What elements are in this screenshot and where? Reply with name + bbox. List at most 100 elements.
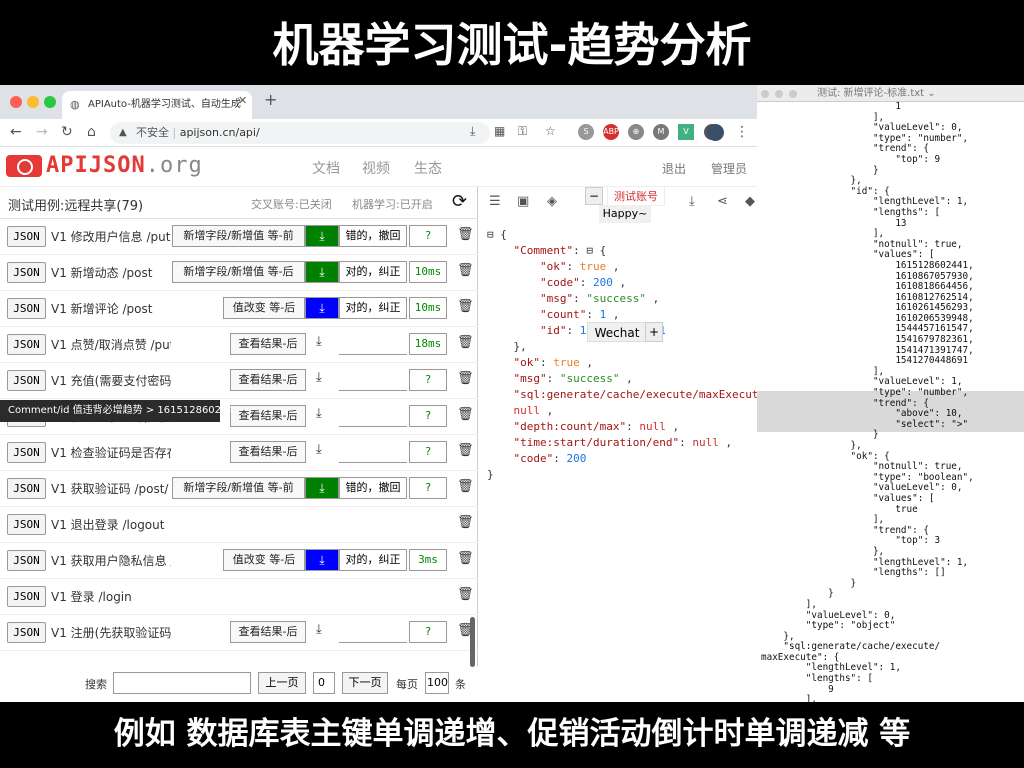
extension-m-icon[interactable]: M xyxy=(653,124,669,140)
case-title[interactable]: V1 获取用户隐私信息 /gets xyxy=(51,552,171,569)
bookmark-star-icon[interactable]: ☆ xyxy=(545,124,556,138)
install-icon[interactable]: ⤓ xyxy=(470,124,475,139)
json-button[interactable]: JSON xyxy=(7,334,46,355)
json-button[interactable]: JSON xyxy=(7,262,46,283)
verdict-button[interactable]: 对的，纠正 xyxy=(339,297,407,319)
nav-ecosystem[interactable]: 生态 xyxy=(414,158,442,178)
table-row[interactable]: JSON V1 登录 /login 🗑 xyxy=(0,579,478,615)
logo[interactable]: APIJSON.org xyxy=(46,153,203,178)
download-state-icon[interactable]: ⤓ xyxy=(305,549,339,571)
compare-button[interactable]: 新增字段/新增值 等-前 xyxy=(172,477,305,499)
case-title[interactable]: V1 新增评论 /post xyxy=(51,300,171,317)
url-input[interactable]: ▲ 不安全 | apijson.cn/api/ xyxy=(110,122,490,144)
layers-icon[interactable]: ◈ xyxy=(547,194,557,209)
verdict-button[interactable]: 对的，纠正 xyxy=(339,261,407,283)
extension-circle-icon[interactable]: ⊕ xyxy=(628,124,644,140)
case-title[interactable]: V1 点赞/取消点赞 /put xyxy=(51,336,171,353)
compare-button[interactable]: 新增字段/新增值 等-后 xyxy=(172,261,305,283)
add-account-button[interactable]: + xyxy=(645,322,663,342)
nav-docs[interactable]: 文档 xyxy=(312,158,340,178)
vue-devtools-icon[interactable]: V xyxy=(678,124,694,140)
next-page-button[interactable]: 下一页 xyxy=(342,672,388,694)
account-wechat[interactable]: Wechat xyxy=(587,322,647,342)
case-title[interactable]: V1 登录 /login xyxy=(51,588,441,605)
json-button[interactable]: JSON xyxy=(7,622,46,643)
close-window-icon[interactable] xyxy=(10,96,22,108)
ml-toggle[interactable]: 机器学习:已开启 xyxy=(352,196,433,212)
compare-button[interactable]: 值改变 等-后 xyxy=(223,549,305,571)
table-row[interactable]: JSON V1 获取用户隐私信息 /gets 值改变 等-后⤓对的，纠正3ms 🗑 xyxy=(0,543,478,579)
verdict-button[interactable] xyxy=(339,369,407,391)
download-icon[interactable]: ⤓ xyxy=(316,622,322,637)
verdict-button[interactable] xyxy=(339,405,407,427)
table-row[interactable]: JSON V1 新增动态 /post 新增字段/新增值 等-后 ⤓ 对的，纠正 10ms 🗑 xyxy=(0,255,478,291)
cross-account-toggle[interactable]: 交叉账号:已关闭 xyxy=(251,196,332,212)
json-button[interactable]: JSON xyxy=(7,226,46,247)
table-row[interactable]: JSON V1 点赞/取消点赞 /put 查看结果-后 ⤓ 18ms 🗑 xyxy=(0,327,478,363)
delete-icon[interactable]: 🗑 xyxy=(457,443,474,458)
compare-button[interactable]: 查看结果-后 xyxy=(230,441,306,463)
table-row[interactable]: JSON V1 新增评论 /post 值改变 等-后 ⤓ 对的，纠正 10ms 🗑 xyxy=(0,291,478,327)
account-happy[interactable]: Happy~ xyxy=(599,205,651,223)
qr-icon[interactable]: ▦ xyxy=(494,124,505,138)
json-button[interactable]: JSON xyxy=(7,550,46,571)
case-title[interactable]: V1 新增动态 /post xyxy=(51,264,171,281)
table-row[interactable]: JSON V1 获取验证码 /post/新增字段/新增值 等-前 ⤓ 错的，撤回? 🗑 xyxy=(0,471,478,507)
download-state-icon[interactable]: ⤓ xyxy=(305,477,339,499)
menu-kebab-icon[interactable]: ⋮ xyxy=(735,124,749,140)
back-icon[interactable]: ← xyxy=(10,124,22,140)
verdict-button[interactable]: 对的，纠正 xyxy=(339,549,407,571)
case-title[interactable]: V1 注册(先获取验证码type:1) / xyxy=(51,624,171,641)
compare-button[interactable]: 查看结果-后 xyxy=(230,405,306,427)
download-state-icon[interactable]: ⤓ xyxy=(305,261,339,283)
verdict-button[interactable] xyxy=(339,621,407,643)
compare-button[interactable]: 值改变 等-后 xyxy=(223,297,305,319)
collapse-icon[interactable]: ⊟ xyxy=(586,244,593,257)
delete-icon[interactable]: 🗑 xyxy=(457,587,474,602)
share-icon[interactable]: ⋖ xyxy=(717,194,728,209)
delete-icon[interactable]: 🗑 xyxy=(457,299,474,314)
case-title[interactable]: V1 获取验证码 /post/ xyxy=(51,480,171,497)
download-icon[interactable]: ⤓ xyxy=(316,442,322,457)
verdict-button[interactable] xyxy=(339,441,407,463)
remove-account-button[interactable]: − xyxy=(585,187,603,205)
forward-icon[interactable]: → xyxy=(36,124,48,140)
reload-icon[interactable]: ↻ xyxy=(61,124,73,140)
prev-page-button[interactable]: 上一页 xyxy=(258,672,306,694)
page-input[interactable]: 0 xyxy=(313,672,335,694)
search-input[interactable] xyxy=(113,672,251,694)
collapse-icon[interactable]: ⊟ xyxy=(487,228,494,241)
refresh-icon[interactable]: ⟳ xyxy=(452,191,467,212)
json-button[interactable]: JSON xyxy=(7,298,46,319)
compare-button[interactable]: 查看结果-后 xyxy=(230,621,306,643)
save-icon[interactable]: ▣ xyxy=(517,194,529,209)
verdict-button[interactable]: 错的，撤回 xyxy=(339,477,407,499)
scrollbar-thumb[interactable] xyxy=(470,617,475,667)
browser-tab[interactable]: ◍ APIAuto-机器学习测试、自动生成 xyxy=(62,91,252,119)
delete-icon[interactable]: 🗑 xyxy=(457,263,474,278)
json-button[interactable]: JSON xyxy=(7,442,46,463)
download-icon[interactable]: ⤓ xyxy=(316,406,322,421)
profile-avatar[interactable] xyxy=(707,124,724,141)
case-title[interactable]: V1 修改用户信息 /put xyxy=(51,228,171,245)
new-tab-icon[interactable]: + xyxy=(264,90,277,109)
more-icon[interactable]: ◆ xyxy=(745,194,755,209)
table-row[interactable]: JSON V1 充值(需要支付密码)/提现 /put 查看结果-后 ⤓? 🗑 xyxy=(0,363,478,399)
maximize-window-icon[interactable] xyxy=(44,96,56,108)
delete-icon[interactable]: 🗑 xyxy=(457,479,474,494)
delete-icon[interactable]: 🗑 xyxy=(457,407,474,422)
table-row[interactable]: JSON V1 退出登录 /logout 🗑 xyxy=(0,507,478,543)
delete-icon[interactable]: 🗑 xyxy=(457,551,474,566)
json-button[interactable]: JSON xyxy=(7,478,46,499)
json-button[interactable]: JSON xyxy=(7,586,46,607)
close-tab-icon[interactable]: ✕ xyxy=(238,94,247,107)
download-icon[interactable]: ⤓ xyxy=(316,334,322,349)
editor-content[interactable]: 1 ], "valueLevel": 0, "type": "number", … xyxy=(761,101,1024,702)
compare-button[interactable]: 查看结果-后 xyxy=(230,333,306,355)
key-icon[interactable]: ⚿ xyxy=(518,124,527,139)
compare-button[interactable]: 新增字段/新增值 等-前 xyxy=(172,225,305,247)
minimize-window-icon[interactable] xyxy=(27,96,39,108)
adblock-icon[interactable]: ABP xyxy=(603,124,619,140)
compare-button[interactable]: 查看结果-后 xyxy=(230,369,306,391)
table-row[interactable]: JSON V1 检查验证码是否存在 /heads/v 查看结果-后 ⤓? 🗑 xyxy=(0,435,478,471)
